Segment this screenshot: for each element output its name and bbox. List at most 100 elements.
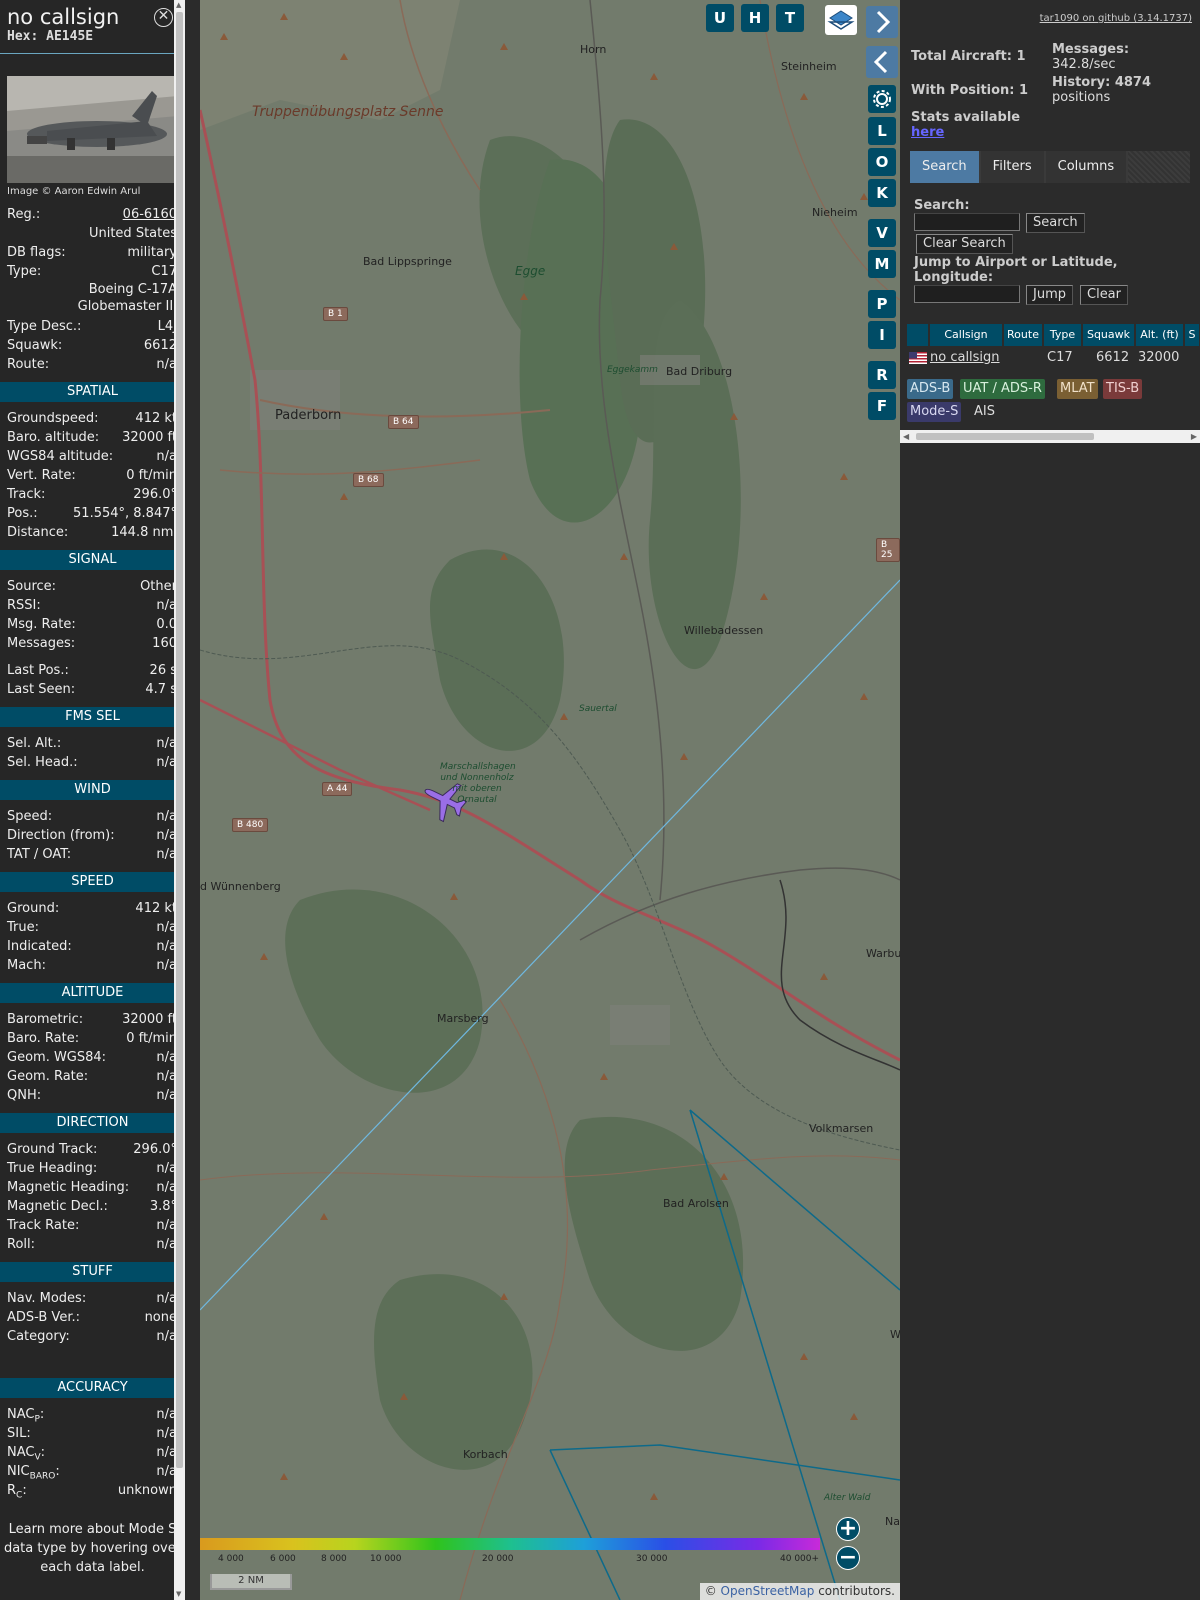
- toolbar-button-t[interactable]: T: [776, 4, 804, 32]
- toolbar-button-h[interactable]: H: [741, 4, 769, 32]
- route-label: Route:: [7, 357, 50, 372]
- section-direction[interactable]: DIRECTION: [0, 1113, 185, 1133]
- shield-b1: B 1: [323, 307, 348, 321]
- info-row: Msg. Rate: 0.0: [0, 615, 185, 634]
- info-row-value: 296.0°: [133, 487, 177, 502]
- scroll-right-icon[interactable]: ▶: [1191, 432, 1197, 441]
- scroll-left-icon[interactable]: ◀: [903, 432, 909, 441]
- aircraft-photo[interactable]: [7, 76, 178, 183]
- label-bad-arolsen: Bad Arolsen: [663, 1197, 729, 1210]
- legend-20000: 20 000: [482, 1554, 514, 1564]
- expand-left-icon[interactable]: [866, 46, 898, 78]
- country-row: United States: [0, 224, 185, 243]
- label-eggekamm: Eggekamm: [607, 365, 658, 375]
- column-route-header[interactable]: Route: [1004, 324, 1043, 346]
- github-link[interactable]: tar1090 on github (3.14.1737): [1040, 13, 1192, 24]
- label-marschall: Marschallshagen und Nonnenholz mit obere…: [440, 762, 516, 805]
- type-label: Type:: [7, 264, 42, 279]
- side-button-v[interactable]: V: [868, 219, 896, 247]
- info-row-label: Messages:: [7, 636, 76, 651]
- legend-30000: 30 000: [636, 1554, 668, 1564]
- osm-link[interactable]: OpenStreetMap: [721, 1584, 815, 1598]
- info-row-label: Mach:: [7, 958, 46, 973]
- rc-row: RC: unknown: [0, 1481, 185, 1501]
- layers-button[interactable]: [825, 5, 857, 35]
- info-row-label: WGS84 altitude:: [7, 449, 114, 464]
- side-button-f[interactable]: F: [868, 392, 896, 420]
- side-button-m[interactable]: M: [868, 250, 896, 278]
- info-scrollbar[interactable]: ▲ ▼: [174, 0, 185, 1600]
- info-row: Sel. Alt.: n/a: [0, 734, 185, 753]
- side-button-r[interactable]: R: [868, 361, 896, 389]
- signal-times-list: Last Pos.: 26 s Last Seen: 4.7 s: [0, 661, 185, 699]
- section-wind[interactable]: WIND: [0, 780, 185, 800]
- section-stuff[interactable]: STUFF: [0, 1262, 185, 1282]
- section-accuracy[interactable]: ACCURACY: [0, 1378, 185, 1398]
- clear-jump-button[interactable]: Clear: [1080, 285, 1128, 305]
- zoom-in-button[interactable]: +: [836, 1517, 860, 1541]
- info-row-value: 412 kt: [135, 901, 177, 916]
- nic-row: NICBARO: n/a: [0, 1462, 185, 1482]
- info-scroll-thumb[interactable]: [176, 12, 183, 1468]
- stats-available: Stats available here: [911, 110, 1021, 140]
- side-button-l[interactable]: L: [868, 117, 896, 145]
- jump-input[interactable]: [914, 285, 1020, 303]
- clear-search-button[interactable]: Clear Search: [916, 234, 1013, 254]
- toolbar-button-u[interactable]: U: [706, 4, 734, 32]
- section-fms[interactable]: FMS SEL: [0, 707, 185, 727]
- column-callsign-header[interactable]: Callsign: [930, 324, 1003, 346]
- info-row-label: Sel. Head.:: [7, 755, 78, 770]
- jump-button[interactable]: Jump: [1026, 285, 1073, 305]
- type-name-row: Boeing C-17A Globemaster III: [0, 281, 185, 317]
- tab-columns[interactable]: Columns: [1045, 151, 1127, 183]
- search-input[interactable]: [914, 213, 1020, 231]
- side-button-o[interactable]: O: [868, 148, 896, 176]
- column-alt-header[interactable]: Alt. (ft): [1136, 324, 1184, 346]
- section-altitude[interactable]: ALTITUDE: [0, 983, 185, 1003]
- tab-filters[interactable]: Filters: [980, 151, 1044, 183]
- info-row-label: RSSI:: [7, 598, 41, 613]
- info-row: Source: Other: [0, 577, 185, 596]
- side-button-k[interactable]: K: [868, 179, 896, 207]
- column-squawk-header[interactable]: Squawk: [1083, 324, 1135, 346]
- close-icon[interactable]: ✕: [154, 8, 173, 27]
- column-flag-header[interactable]: [907, 324, 929, 346]
- tab-search[interactable]: Search: [910, 151, 979, 183]
- aircraft-hex: Hex: AE145E: [7, 29, 170, 44]
- stats-link[interactable]: here: [911, 125, 944, 140]
- table-scroll-thumb[interactable]: [916, 433, 1094, 440]
- search-button[interactable]: Search: [1026, 213, 1085, 233]
- row-callsign-link[interactable]: no callsign: [930, 348, 1000, 367]
- legend-10000: 10 000: [370, 1554, 402, 1564]
- side-button-p[interactable]: P: [868, 290, 896, 318]
- table-horizontal-scrollbar[interactable]: ◀ ▶: [900, 430, 1200, 443]
- info-row-label: Baro. Rate:: [7, 1031, 80, 1046]
- history-unit: positions: [1052, 90, 1111, 105]
- map-view[interactable]: Truppenübungsplatz Senne Steinheim Horn …: [200, 0, 900, 1600]
- aircraft-callsign: no callsign: [7, 5, 120, 29]
- reg-link[interactable]: 06-6160: [123, 205, 177, 224]
- squawk-row: Squawk: 6612: [0, 336, 185, 355]
- info-row: Indicated: n/a: [0, 937, 185, 956]
- info-row-label: Speed:: [7, 809, 53, 824]
- info-row: Geom. Rate: n/a: [0, 1067, 185, 1086]
- section-spatial[interactable]: SPATIAL: [0, 382, 185, 402]
- column-speed-header[interactable]: S: [1185, 324, 1200, 346]
- source-adsb: ADS-B: [907, 379, 954, 399]
- scroll-down-icon[interactable]: ▼: [176, 1591, 183, 1598]
- label-na: Na: [885, 1515, 900, 1528]
- info-row: Last Seen: 4.7 s: [0, 680, 185, 699]
- scroll-up-icon[interactable]: ▲: [176, 2, 183, 9]
- settings-gear-icon[interactable]: [868, 85, 896, 113]
- zoom-out-button[interactable]: −: [836, 1546, 860, 1570]
- type-row: Type: C17: [0, 262, 185, 281]
- info-row-label: Category:: [7, 1329, 70, 1344]
- info-row-value: 3.8°: [149, 1199, 177, 1214]
- section-speed[interactable]: SPEED: [0, 872, 185, 892]
- side-button-i[interactable]: I: [868, 321, 896, 349]
- section-signal[interactable]: SIGNAL: [0, 550, 185, 570]
- expand-right-icon[interactable]: [866, 6, 898, 38]
- column-type-header[interactable]: Type: [1044, 324, 1082, 346]
- info-row: Geom. WGS84: n/a: [0, 1048, 185, 1067]
- label-volkmarsen: Volkmarsen: [809, 1122, 874, 1135]
